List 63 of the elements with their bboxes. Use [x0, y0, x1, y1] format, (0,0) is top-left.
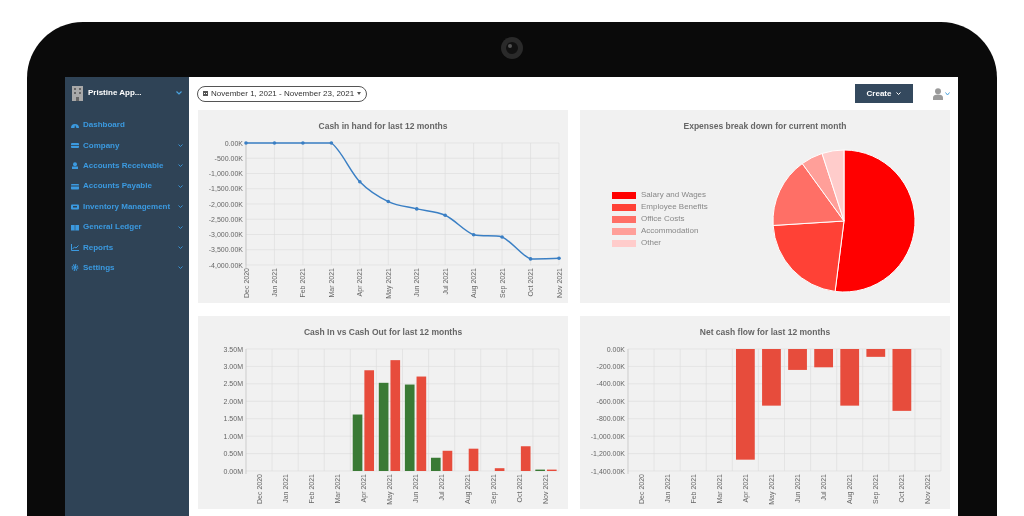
- card-icon: [71, 182, 79, 190]
- bar: [788, 349, 807, 370]
- sidebar-item[interactable]: Settings: [65, 257, 189, 279]
- legend-swatch: [612, 191, 636, 199]
- data-point: [301, 141, 305, 145]
- legend-label: Employee Benefits: [641, 203, 708, 211]
- box-icon: [71, 203, 79, 211]
- sidebar-item[interactable]: Accounts Receivable: [65, 155, 189, 177]
- data-point: [386, 199, 391, 204]
- chevron-down-icon: [896, 92, 902, 95]
- sidebar-item[interactable]: Company: [65, 135, 189, 156]
- app-name: Pristine App...: [88, 87, 143, 99]
- gauge-icon: [71, 121, 79, 129]
- building-icon: [72, 85, 83, 101]
- sidebar-item[interactable]: Reports: [65, 237, 189, 258]
- user-icon: [933, 87, 943, 100]
- caret-icon: [357, 92, 362, 95]
- chart-title: Net cash flow for last 12 months: [699, 327, 831, 337]
- bar: [762, 349, 781, 406]
- legend-label: Office Costs: [641, 215, 685, 223]
- bar: [866, 349, 886, 357]
- legend-label: Other: [641, 239, 661, 247]
- book-icon: [71, 223, 79, 231]
- sidebar-item[interactable]: Accounts Payable: [65, 176, 189, 197]
- bar: [814, 349, 833, 368]
- data-point: [528, 257, 533, 261]
- camera-lens: [501, 37, 523, 59]
- data-point: [244, 141, 248, 145]
- chart-title: Cash in hand for last 12 months: [318, 121, 448, 131]
- data-point: [443, 213, 447, 218]
- chart-title: Expenses break down for current month: [683, 121, 847, 131]
- legend-label: Accommodation: [641, 227, 699, 235]
- box-icon: [71, 142, 79, 150]
- bar: [892, 349, 912, 411]
- bar: [520, 446, 531, 471]
- app-switcher[interactable]: Pristine App...: [65, 79, 189, 107]
- legend-swatch: [612, 215, 636, 223]
- line-chart-icon: [71, 244, 79, 252]
- data-point: [272, 141, 277, 145]
- user-menu[interactable]: [933, 87, 950, 100]
- legend-swatch: [612, 227, 636, 235]
- data-point: [500, 235, 504, 239]
- legend-swatch: [612, 203, 636, 211]
- calendar-icon: [203, 91, 208, 96]
- sidebar-item[interactable]: Dashboard: [65, 115, 189, 136]
- bar: [840, 349, 860, 406]
- data-point: [557, 256, 561, 261]
- data-point: [471, 233, 476, 237]
- chevron-down-icon: [176, 91, 182, 95]
- sidebar-item[interactable]: Inventory Management: [65, 196, 189, 217]
- person-icon: [71, 162, 79, 170]
- legend-label: Salary and Wages: [641, 191, 707, 199]
- legend-swatch: [612, 239, 636, 247]
- gear-icon: [71, 264, 79, 272]
- bar: [494, 468, 505, 471]
- data-point: [358, 179, 362, 184]
- data-point: [329, 141, 334, 145]
- chevron-down-icon: [945, 91, 950, 96]
- sidebar-item[interactable]: General Ledger: [65, 216, 189, 238]
- data-point: [414, 207, 419, 211]
- chart-title: Cash In vs Cash Out for last 12 months: [303, 327, 463, 337]
- create-button[interactable]: Create: [855, 84, 913, 103]
- bar: [468, 448, 479, 471]
